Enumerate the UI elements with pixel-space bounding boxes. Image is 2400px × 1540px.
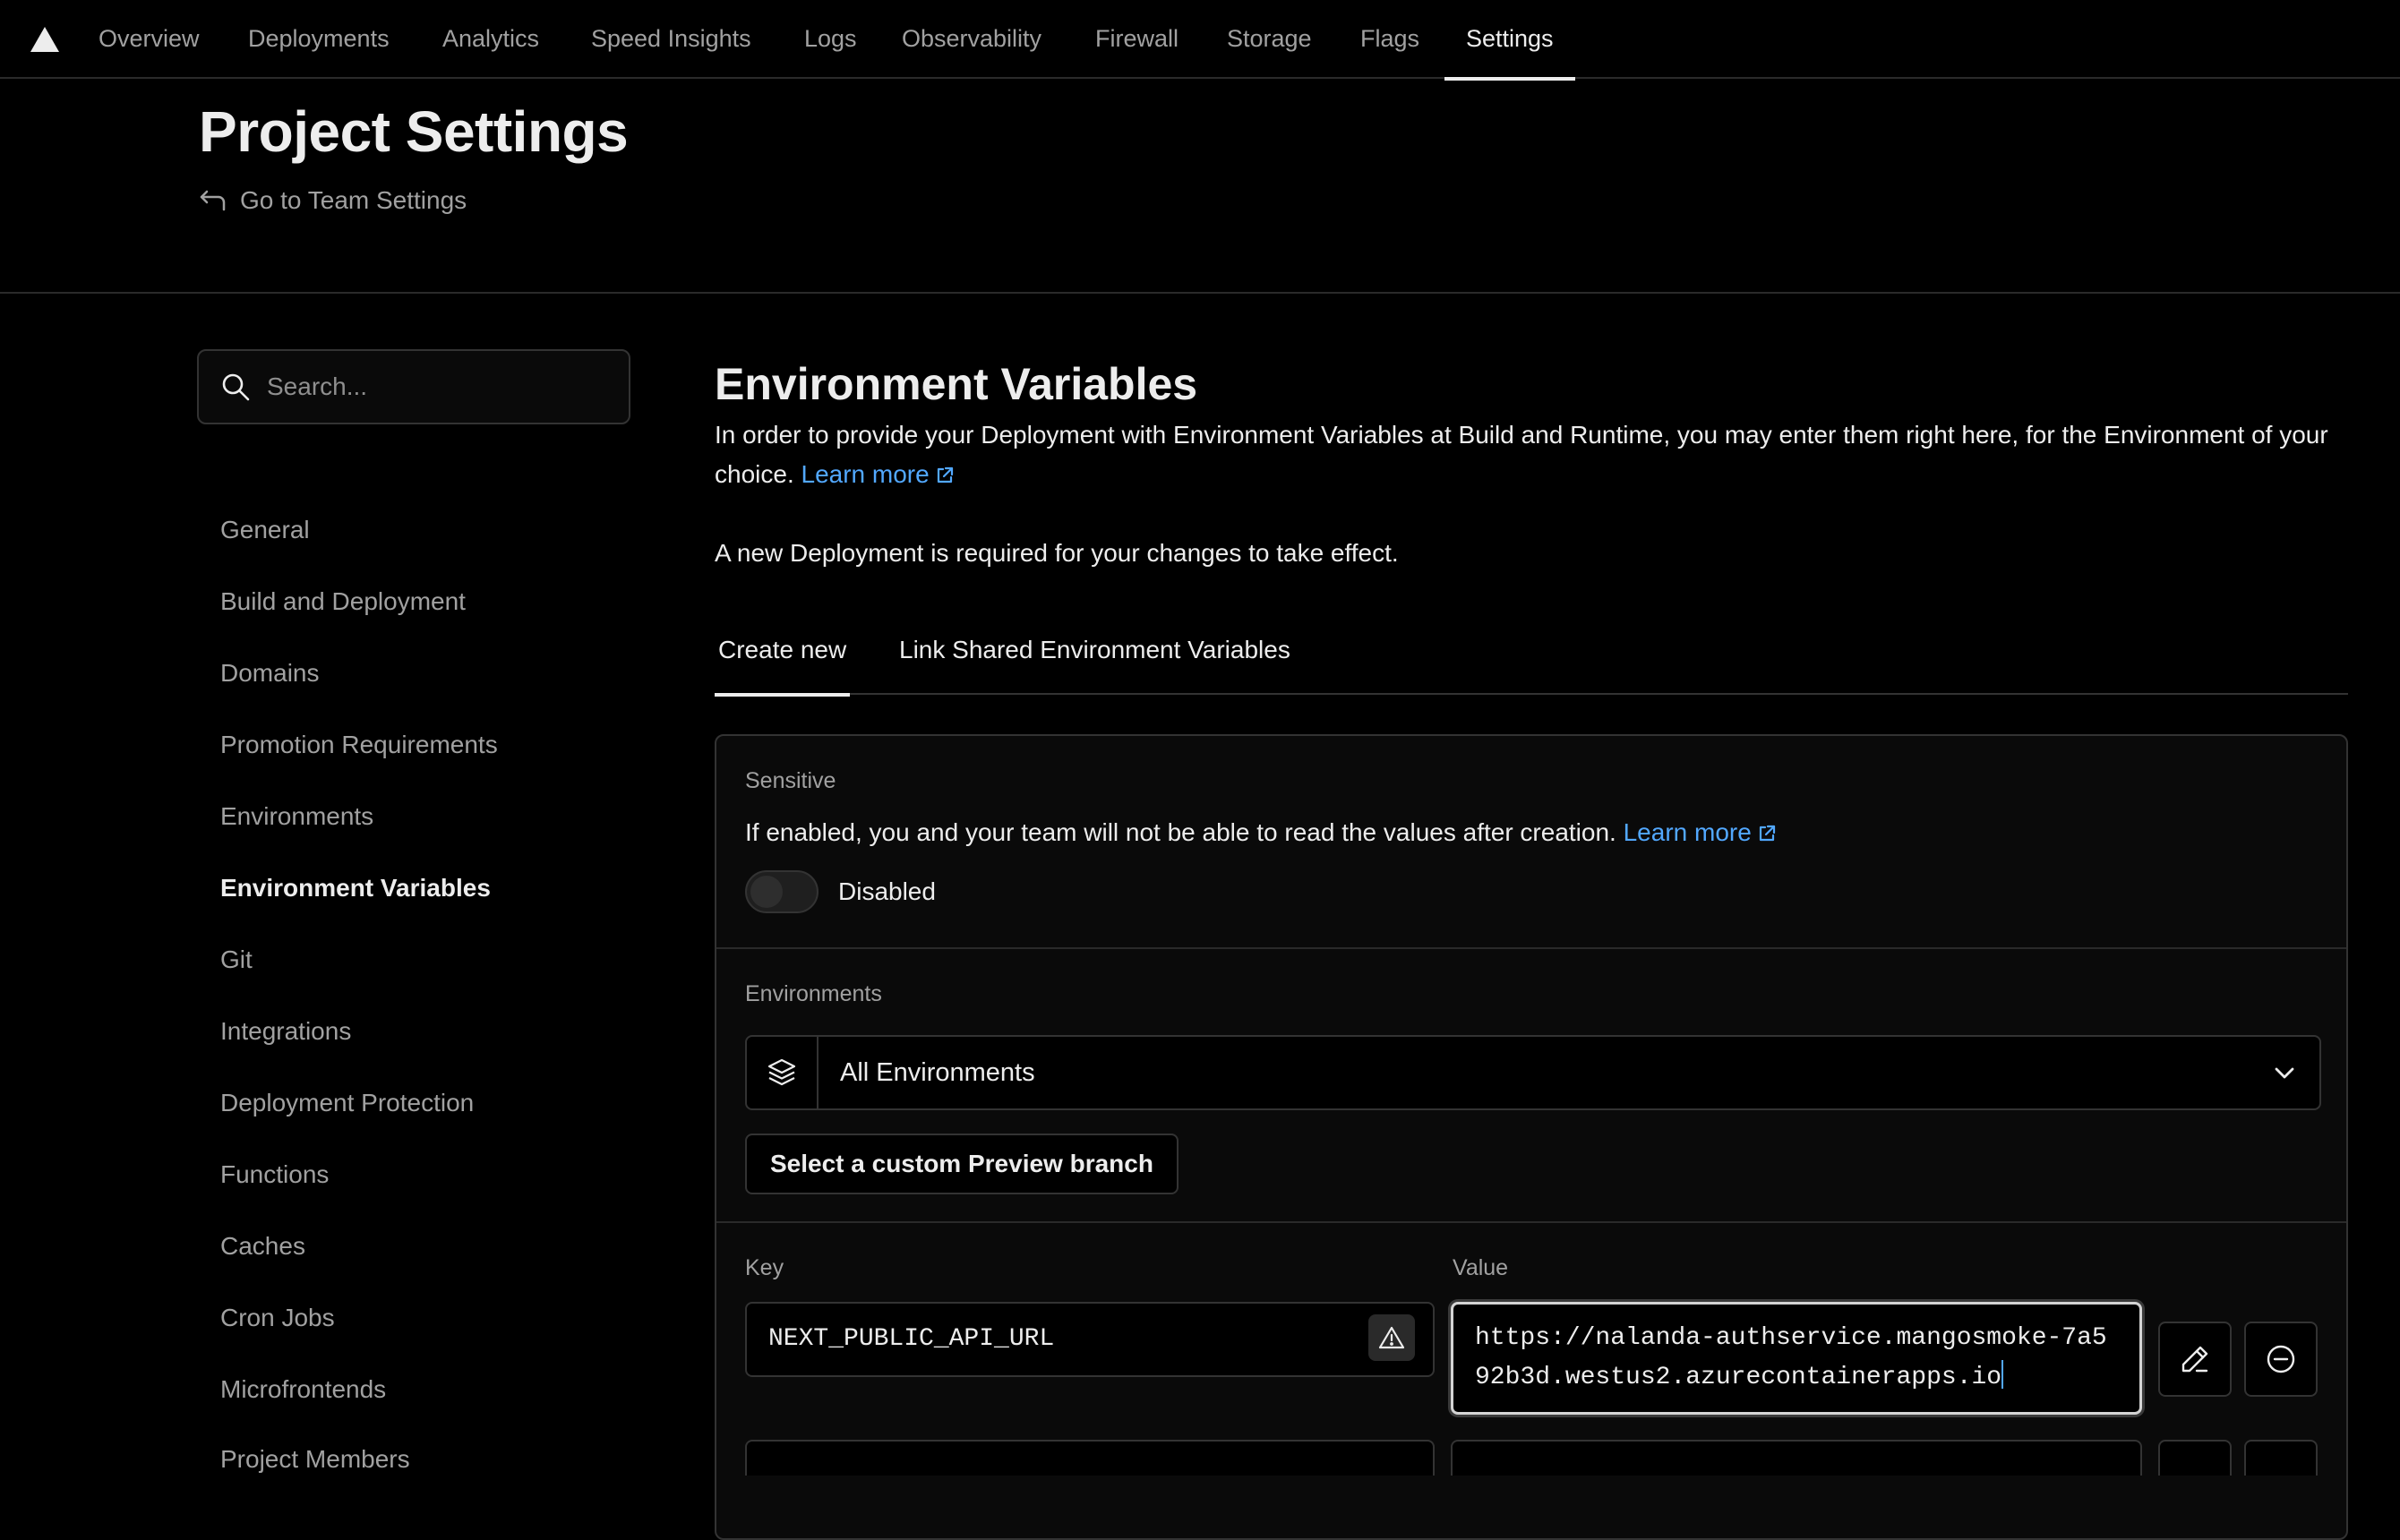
tab-link-shared[interactable]: Link Shared Environment Variables: [899, 630, 1290, 695]
layers-icon: [767, 1058, 796, 1086]
learn-more-link[interactable]: Learn more: [801, 460, 955, 488]
environments-value: All Environments: [840, 1058, 1035, 1087]
environments-select[interactable]: All Environments: [745, 1035, 2321, 1110]
nav-tab-flags[interactable]: Flags: [1360, 0, 1419, 79]
warning-triangle-icon: [1378, 1326, 1405, 1349]
create-variable-form: Sensitive If enabled, you and your team …: [715, 734, 2348, 1540]
key-input[interactable]: NEXT_PUBLIC_API_URL: [745, 1302, 1435, 1377]
page-title: Project Settings: [199, 99, 629, 164]
sidebar-item-deployment-protection[interactable]: Deployment Protection: [220, 1089, 474, 1117]
divider: [716, 1221, 2346, 1223]
nav-tab-settings[interactable]: Settings: [1444, 0, 1575, 81]
sidebar-item-caches[interactable]: Caches: [220, 1232, 305, 1261]
sidebar-item-integrations[interactable]: Integrations: [220, 1017, 351, 1046]
pencil-icon: [2181, 1346, 2208, 1373]
toggle-state-label: Disabled: [838, 877, 936, 905]
description-text: In order to provide your Deployment with…: [715, 421, 2328, 488]
sidebar-item-promotion-requirements[interactable]: Promotion Requirements: [220, 731, 498, 759]
value-label: Value: [1453, 1255, 1509, 1280]
deployment-note: A new Deployment is required for your ch…: [715, 539, 1399, 567]
sensitive-learn-more-label: Learn more: [1623, 818, 1752, 846]
nav-tab-overview[interactable]: Overview: [99, 0, 200, 79]
key-label: Key: [745, 1255, 784, 1280]
return-arrow-icon: [200, 190, 226, 211]
search-icon: [222, 373, 250, 401]
warning-button[interactable]: [1368, 1314, 1415, 1361]
next-key-input[interactable]: [745, 1440, 1435, 1476]
nav-tab-analytics[interactable]: Analytics: [442, 0, 539, 79]
search-input[interactable]: [267, 372, 607, 401]
nav-tab-storage[interactable]: Storage: [1227, 0, 1312, 79]
variable-tabs: Create new Link Shared Environment Varia…: [714, 630, 2348, 697]
section-description: In order to provide your Deployment with…: [715, 415, 2348, 494]
learn-more-label: Learn more: [801, 460, 930, 488]
toggle-knob: [750, 876, 783, 908]
section-title: Environment Variables: [715, 359, 1198, 409]
sidebar-item-microfrontends[interactable]: Microfrontends: [220, 1375, 386, 1404]
nav-tab-firewall[interactable]: Firewall: [1095, 0, 1179, 79]
sidebar-item-build-and-deployment[interactable]: Build and Deployment: [220, 587, 466, 616]
sidebar-item-functions[interactable]: Functions: [220, 1160, 329, 1189]
sidebar-item-general[interactable]: General: [220, 516, 310, 544]
next-edit-button[interactable]: [2158, 1440, 2232, 1476]
sidebar-item-git[interactable]: Git: [220, 945, 253, 974]
tab-create-new[interactable]: Create new: [714, 630, 851, 697]
sidebar-item-domains[interactable]: Domains: [220, 659, 319, 688]
sensitive-toggle[interactable]: [745, 870, 819, 913]
sidebar-item-project-members[interactable]: Project Members: [220, 1445, 410, 1474]
team-settings-link[interactable]: Go to Team Settings: [199, 183, 467, 218]
divider: [716, 947, 2346, 949]
next-value-input[interactable]: [1451, 1440, 2142, 1476]
value-text: https://nalanda-authservice.mangosmoke-7…: [1475, 1324, 2107, 1391]
sensitive-label: Sensitive: [745, 768, 836, 793]
value-input[interactable]: https://nalanda-authservice.mangosmoke-7…: [1451, 1302, 2142, 1415]
sensitive-description-text: If enabled, you and your team will not b…: [745, 818, 1616, 846]
nav-tab-observability[interactable]: Observability: [902, 0, 1041, 79]
custom-preview-branch-button[interactable]: Select a custom Preview branch: [745, 1134, 1179, 1194]
remove-button[interactable]: [2244, 1322, 2318, 1397]
team-settings-label: Go to Team Settings: [240, 186, 467, 214]
chevron-down-icon: [2275, 1067, 2294, 1079]
nav-tab-deployments[interactable]: Deployments: [248, 0, 390, 79]
sidebar-item-cron-jobs[interactable]: Cron Jobs: [220, 1304, 335, 1332]
sidebar-search[interactable]: [197, 349, 630, 424]
environments-label: Environments: [745, 981, 882, 1006]
external-link-icon: [1759, 825, 1775, 842]
next-remove-button[interactable]: [2244, 1440, 2318, 1476]
nav-tab-logs[interactable]: Logs: [804, 0, 857, 79]
minus-circle-icon: [2267, 1345, 2295, 1373]
sensitive-description: If enabled, you and your team will not b…: [745, 818, 1777, 847]
vercel-logo-icon[interactable]: [30, 27, 59, 52]
sidebar-item-environment-variables[interactable]: Environment Variables: [220, 874, 491, 903]
edit-button[interactable]: [2158, 1322, 2232, 1397]
text-caret: [2001, 1360, 2004, 1389]
page-header: Project Settings Go to Team Settings: [0, 79, 2400, 294]
top-navigation: Overview Deployments Analytics Speed Ins…: [0, 0, 2400, 81]
nav-tab-speed-insights[interactable]: Speed Insights: [591, 0, 751, 79]
sidebar-item-environments[interactable]: Environments: [220, 802, 373, 831]
environments-icon-cell: [747, 1037, 819, 1108]
sensitive-learn-more-link[interactable]: Learn more: [1624, 818, 1777, 846]
external-link-icon: [937, 466, 953, 483]
